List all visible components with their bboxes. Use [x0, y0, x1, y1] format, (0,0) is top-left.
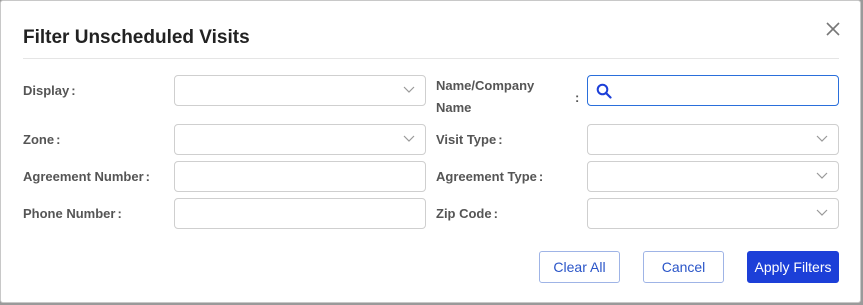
agreement-number-input[interactable] [174, 161, 426, 192]
zone-label: Zone: [23, 132, 61, 147]
chevron-down-icon [816, 172, 828, 179]
agreement-type-label: Agreement Type: [436, 169, 544, 184]
agreement-number-field[interactable] [175, 162, 425, 191]
display-label: Display: [23, 83, 76, 98]
title-divider [23, 58, 839, 59]
close-icon[interactable] [823, 19, 843, 39]
name-company-colon: : [575, 90, 580, 105]
chevron-down-icon [403, 135, 415, 142]
search-icon [596, 83, 612, 99]
visit-type-label: Visit Type: [436, 132, 503, 147]
clear-all-button[interactable]: Clear All [539, 251, 620, 283]
phone-number-label: Phone Number: [23, 206, 122, 221]
name-company-field[interactable] [588, 76, 838, 105]
zone-select[interactable] [174, 124, 426, 155]
cancel-button[interactable]: Cancel [643, 251, 724, 283]
dialog-title: Filter Unscheduled Visits [23, 27, 250, 48]
chevron-down-icon [816, 135, 828, 142]
name-company-label: Name/Company Name [436, 78, 535, 115]
phone-number-field[interactable] [175, 199, 425, 228]
agreement-number-label: Agreement Number: [23, 169, 150, 184]
apply-filters-button[interactable]: Apply Filters [747, 251, 839, 283]
chevron-down-icon [403, 86, 415, 93]
phone-number-input[interactable] [174, 198, 426, 229]
display-select[interactable] [174, 75, 426, 106]
name-company-search[interactable] [587, 75, 839, 106]
chevron-down-icon [816, 209, 828, 216]
filter-dialog: Filter Unscheduled Visits Display: Zone:… [0, 0, 861, 303]
zip-code-label: Zip Code: [436, 206, 498, 221]
visit-type-select[interactable] [587, 124, 839, 155]
agreement-type-select[interactable] [587, 161, 839, 192]
zip-code-select[interactable] [587, 198, 839, 229]
